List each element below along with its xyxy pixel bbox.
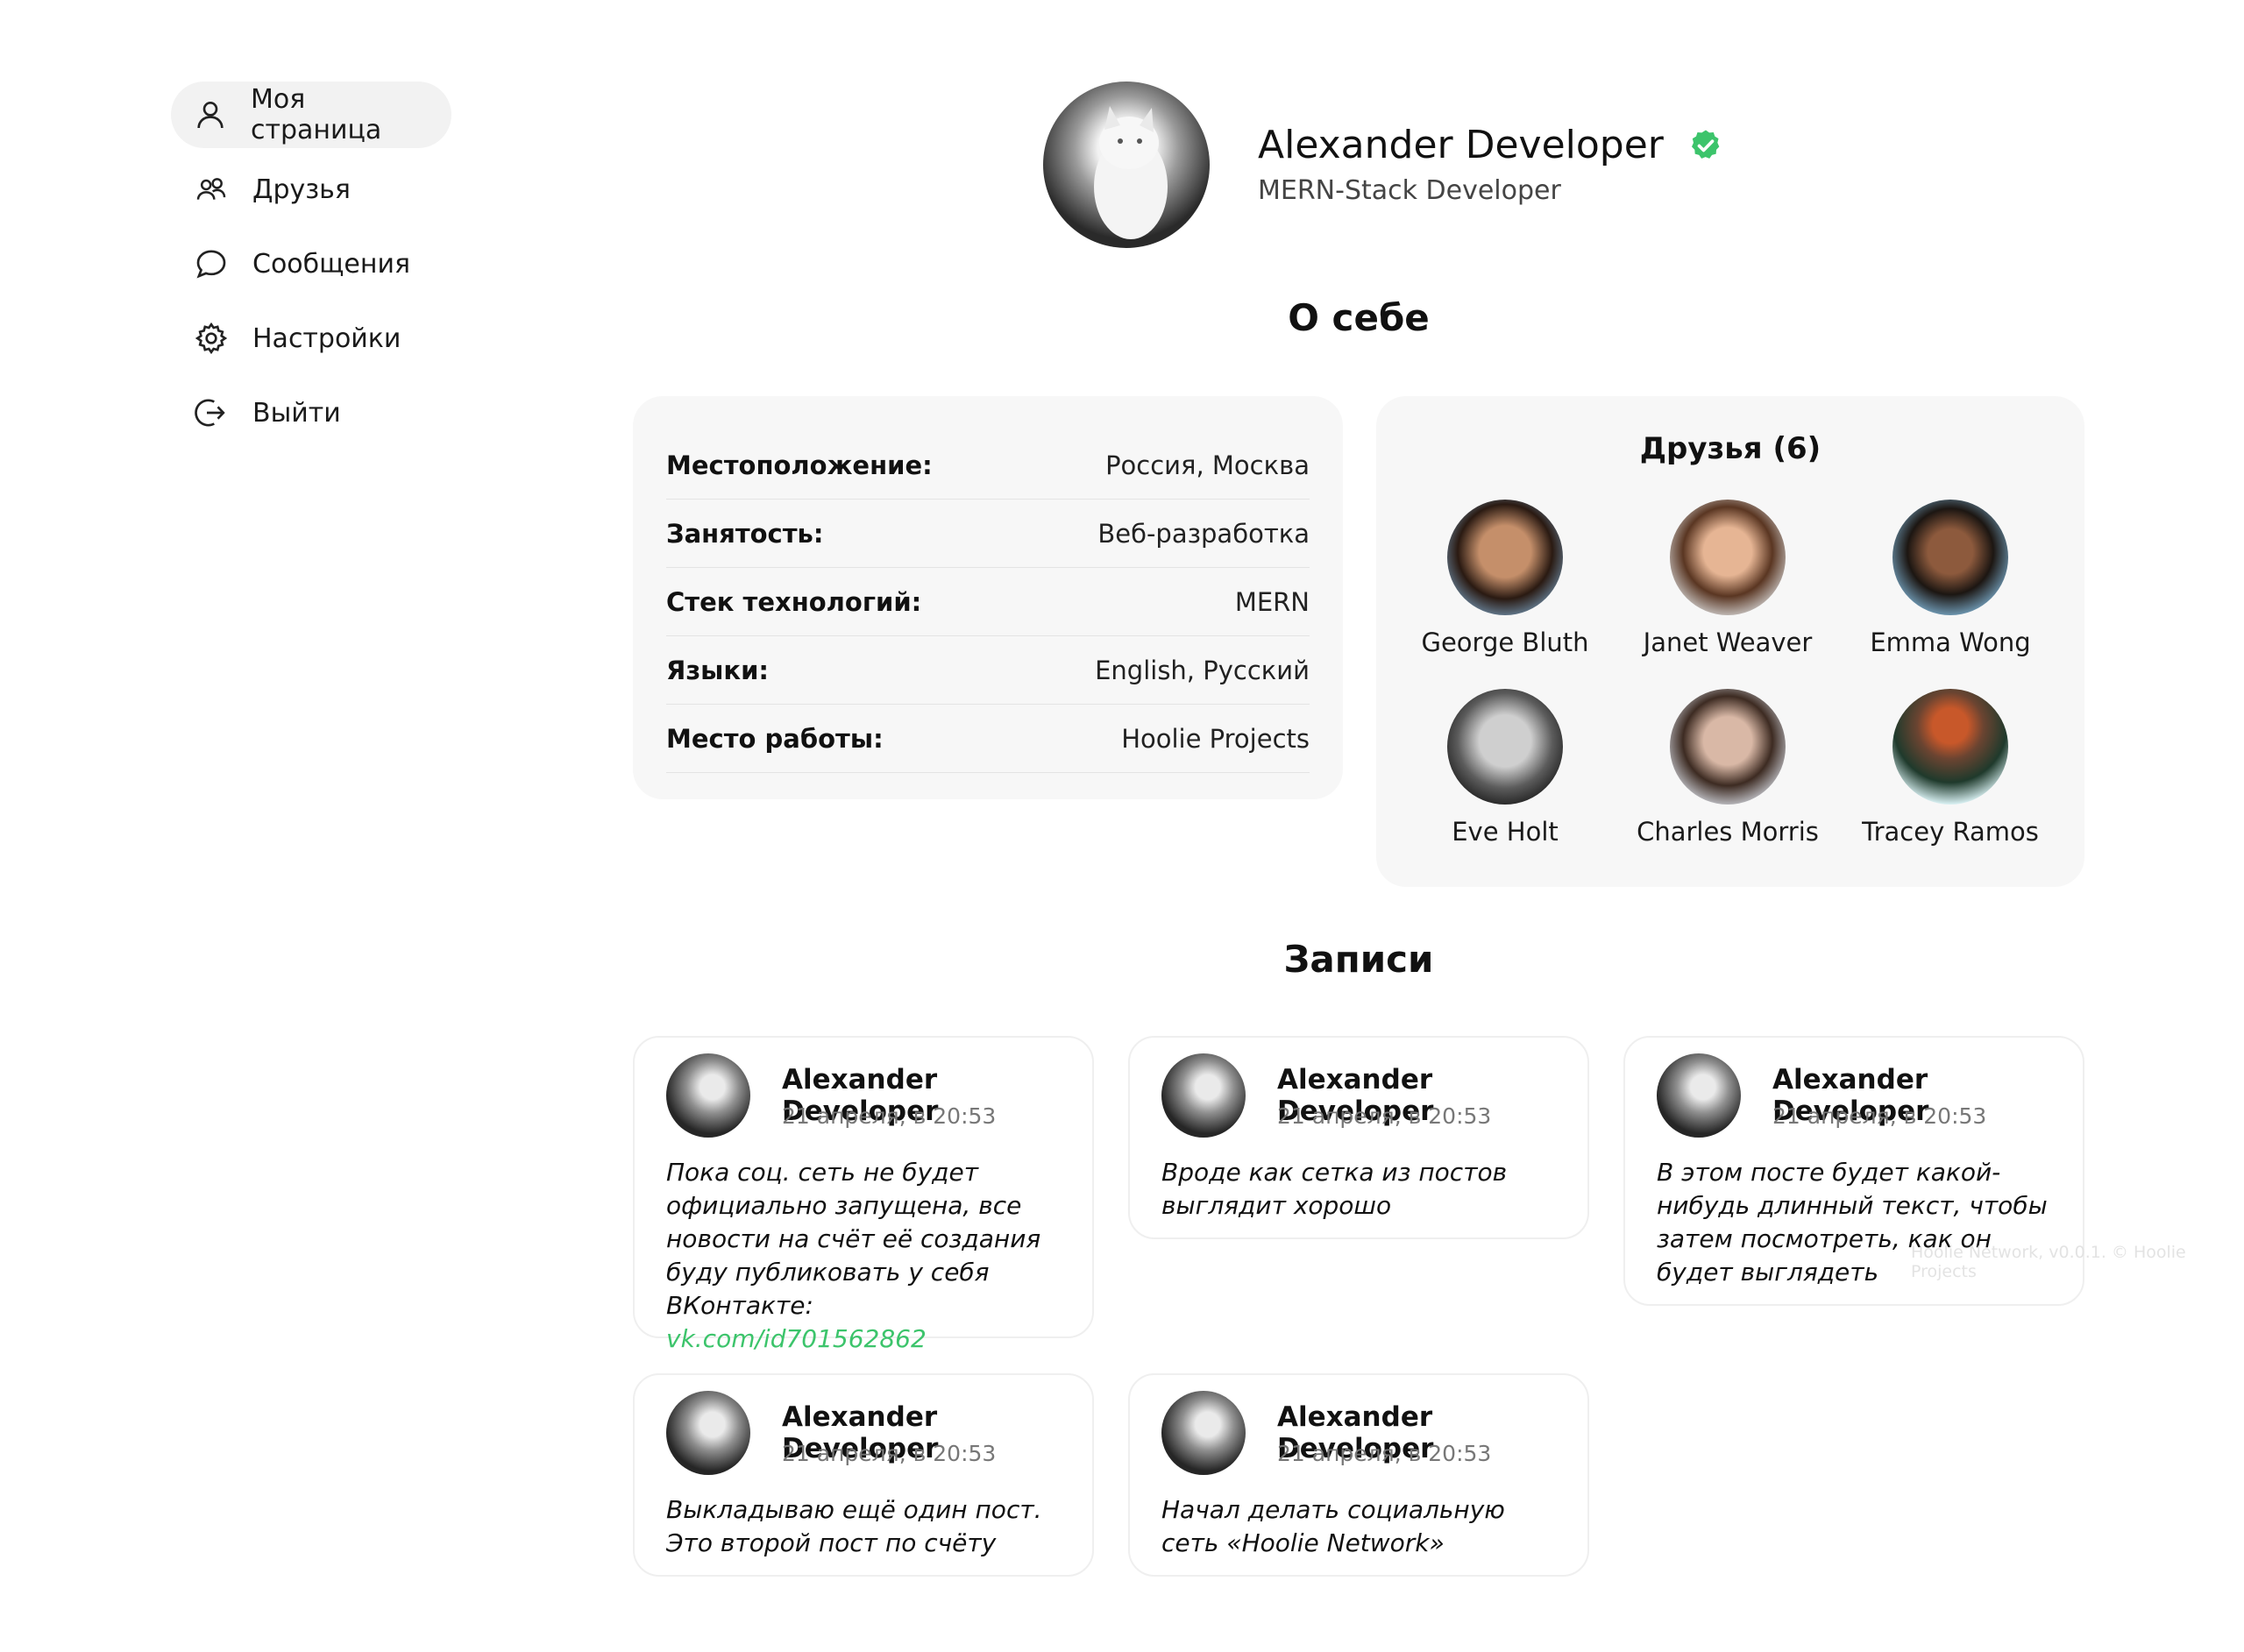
friend-avatar — [1892, 500, 2008, 615]
about-value: Россия, Москва — [1105, 450, 1310, 480]
sidebar-item-logout[interactable]: Выйти — [171, 379, 366, 446]
profile-role: MERN-Stack Developer — [1258, 175, 1561, 206]
profile-name: Alexander Developer — [1258, 123, 1664, 167]
post-card: Alexander Developer 21 апреля, в 20:53 В… — [1128, 1036, 1589, 1239]
profile-name-row: Alexander Developer — [1258, 123, 1723, 167]
friends-card: Друзья (6) George Bluth Janet Weaver Emm… — [1376, 396, 2084, 887]
friend-name: George Bluth — [1421, 627, 1589, 657]
post-avatar[interactable] — [666, 1053, 750, 1138]
about-value: MERN — [1234, 586, 1310, 617]
sidebar-item-label: Настройки — [252, 323, 401, 354]
friend-item[interactable]: Tracey Ramos — [1839, 689, 2062, 847]
friends-icon — [193, 171, 230, 208]
friend-name: Eve Holt — [1452, 817, 1559, 847]
friend-avatar — [1670, 689, 1786, 805]
sidebar-item-settings[interactable]: Настройки — [171, 305, 425, 372]
post-avatar[interactable] — [1161, 1391, 1246, 1475]
sidebar-item-friends[interactable]: Друзья — [171, 156, 375, 223]
post-card: Alexander Developer 21 апреля, в 20:53 Н… — [1128, 1373, 1589, 1577]
friend-avatar — [1447, 500, 1563, 615]
post-text: Начал делать социальную сеть «Hoolie Net… — [1161, 1495, 1505, 1557]
friend-item[interactable]: Janet Weaver — [1616, 500, 1839, 657]
post-text: Вроде как сетка из постов выглядит хорош… — [1161, 1158, 1508, 1220]
post-date: 21 апреля, в 20:53 — [782, 1103, 997, 1129]
friends-title[interactable]: Друзья (6) — [1376, 431, 2084, 466]
about-key: Языки: — [666, 655, 770, 685]
profile-avatar — [1043, 82, 1210, 248]
post-text: Выкладываю ещё один пост. Это второй пос… — [666, 1495, 1042, 1557]
post-avatar[interactable] — [1657, 1053, 1741, 1138]
sidebar: Моя страница Друзья Сообщения Настройки … — [171, 82, 451, 454]
message-icon — [193, 245, 230, 282]
about-key: Занятость: — [666, 518, 824, 549]
post-link[interactable]: vk.com/id701562862 — [666, 1324, 927, 1353]
about-key: Местоположение: — [666, 450, 933, 480]
post-card: Alexander Developer 21 апреля, в 20:53 П… — [633, 1036, 1094, 1353]
post-date: 21 апреля, в 20:53 — [782, 1441, 997, 1466]
user-icon — [193, 96, 228, 133]
post-text: Пока соц. сеть не будет официально запущ… — [666, 1156, 1069, 1356]
sidebar-item-label: Друзья — [252, 174, 351, 205]
post-date: 21 апреля, в 20:53 — [1277, 1103, 1492, 1129]
gear-icon — [193, 320, 230, 357]
friend-name: Tracey Ramos — [1862, 817, 2039, 847]
friend-avatar — [1892, 689, 2008, 805]
friend-name: Charles Morris — [1637, 817, 1819, 847]
sidebar-item-label: Моя страница — [251, 84, 382, 145]
verified-badge-icon — [1691, 130, 1720, 159]
post-avatar[interactable] — [1161, 1053, 1246, 1138]
about-key: Стек технологий: — [666, 586, 922, 617]
friend-avatar — [1447, 689, 1563, 805]
sidebar-item-label: Сообщения — [252, 248, 411, 280]
about-row-workplace: Место работы: Hoolie Projects — [666, 705, 1310, 773]
footer-note: Hoolie Network, v0.0.1. © Hoolie Project… — [1911, 1243, 2186, 1281]
about-key: Место работы: — [666, 723, 884, 754]
about-row-occupation: Занятость: Веб-разработка — [666, 500, 1310, 568]
post-date: 21 апреля, в 20:53 — [1772, 1103, 1987, 1129]
friend-item[interactable]: Eve Holt — [1394, 689, 1616, 847]
post-text-body: Пока соц. сеть не будет официально запущ… — [666, 1158, 1041, 1320]
about-value: Веб-разработка — [1097, 518, 1310, 549]
about-value: English, Русский — [1095, 655, 1310, 685]
sidebar-item-label: Выйти — [252, 397, 341, 429]
about-row-location: Местоположение: Россия, Москва — [666, 431, 1310, 500]
about-row-languages: Языки: English, Русский — [666, 636, 1310, 705]
about-title: О себе — [1288, 296, 1430, 339]
friend-item[interactable]: George Bluth — [1394, 500, 1616, 657]
friend-name: Emma Wong — [1870, 627, 2031, 657]
sidebar-item-my-page[interactable]: Моя страница — [171, 82, 451, 148]
about-row-stack: Стек технологий: MERN — [666, 568, 1310, 636]
about-card: Местоположение: Россия, Москва Занятость… — [633, 396, 1343, 799]
friend-item[interactable]: Emma Wong — [1839, 500, 2062, 657]
post-date: 21 апреля, в 20:53 — [1277, 1441, 1492, 1466]
logout-icon — [193, 394, 230, 431]
post-card: Alexander Developer 21 апреля, в 20:53 В… — [633, 1373, 1094, 1577]
friend-item[interactable]: Charles Morris — [1616, 689, 1839, 847]
sidebar-item-messages[interactable]: Сообщения — [171, 230, 435, 297]
friend-name: Janet Weaver — [1643, 627, 1813, 657]
post-avatar[interactable] — [666, 1391, 750, 1475]
about-value: Hoolie Projects — [1121, 723, 1310, 754]
friend-avatar — [1670, 500, 1786, 615]
posts-title: Записи — [1283, 938, 1434, 981]
